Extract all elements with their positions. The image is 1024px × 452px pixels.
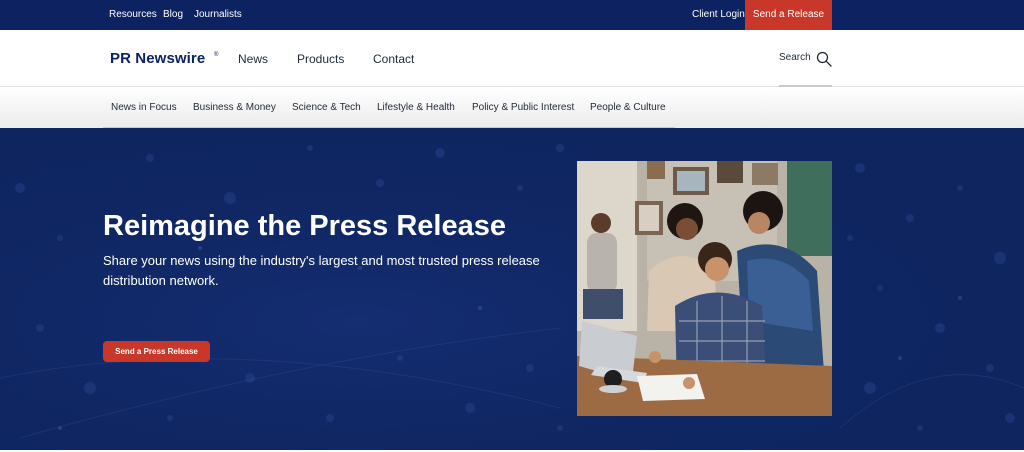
search-label: Search — [779, 52, 811, 63]
category-lifestyle-health[interactable]: Lifestyle & Health — [377, 102, 455, 113]
pr-newswire-logo[interactable]: PR Newswire — [110, 50, 205, 67]
search-icon — [816, 51, 832, 67]
registered-mark: ® — [214, 52, 219, 58]
hero-banner: Reimagine the Press Release Share your n… — [0, 128, 1024, 450]
hero-title: Reimagine the Press Release — [103, 210, 506, 242]
nav-contact[interactable]: Contact — [373, 52, 414, 66]
nav-news[interactable]: News — [238, 52, 268, 66]
send-release-button[interactable]: Send a Release — [745, 0, 832, 30]
main-navigation: PR Newswire ® News Products Contact Sear… — [0, 30, 1024, 87]
send-press-release-button[interactable]: Send a Press Release — [103, 341, 210, 362]
category-news-in-focus[interactable]: News in Focus — [111, 102, 177, 113]
nav-products[interactable]: Products — [297, 52, 344, 66]
client-login-link[interactable]: Client Login — [692, 0, 745, 30]
journalists-link[interactable]: Journalists — [194, 0, 242, 30]
category-people-culture[interactable]: People & Culture — [590, 102, 666, 113]
hero-subtitle: Share your news using the industry's lar… — [103, 253, 540, 288]
category-bar: News in Focus Business & Money Science &… — [0, 88, 1024, 128]
resources-link[interactable]: Resources — [109, 0, 157, 30]
team-photo — [577, 161, 832, 416]
category-policy-public-interest[interactable]: Policy & Public Interest — [472, 102, 574, 113]
blog-link[interactable]: Blog — [163, 0, 183, 30]
search-button[interactable]: Search — [779, 30, 832, 87]
category-science-tech[interactable]: Science & Tech — [292, 102, 361, 113]
utility-bar: Resources Blog Journalists Client Login … — [0, 0, 1024, 30]
category-business-money[interactable]: Business & Money — [193, 102, 276, 113]
